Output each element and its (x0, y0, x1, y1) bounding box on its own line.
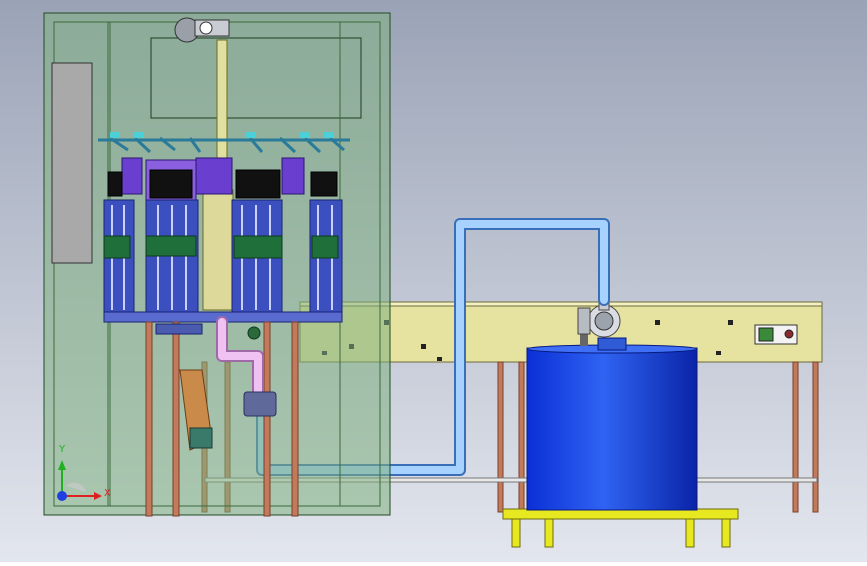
triad-y-label: Y (59, 444, 66, 455)
cad-viewport[interactable]: Y X (0, 0, 867, 562)
control-box[interactable] (754, 324, 798, 345)
water-tank[interactable] (526, 337, 698, 511)
cad-model-canvas[interactable] (0, 0, 867, 562)
valve-body (243, 391, 277, 417)
triad-x-label: X (104, 488, 111, 499)
z-axis-dot (57, 491, 67, 501)
